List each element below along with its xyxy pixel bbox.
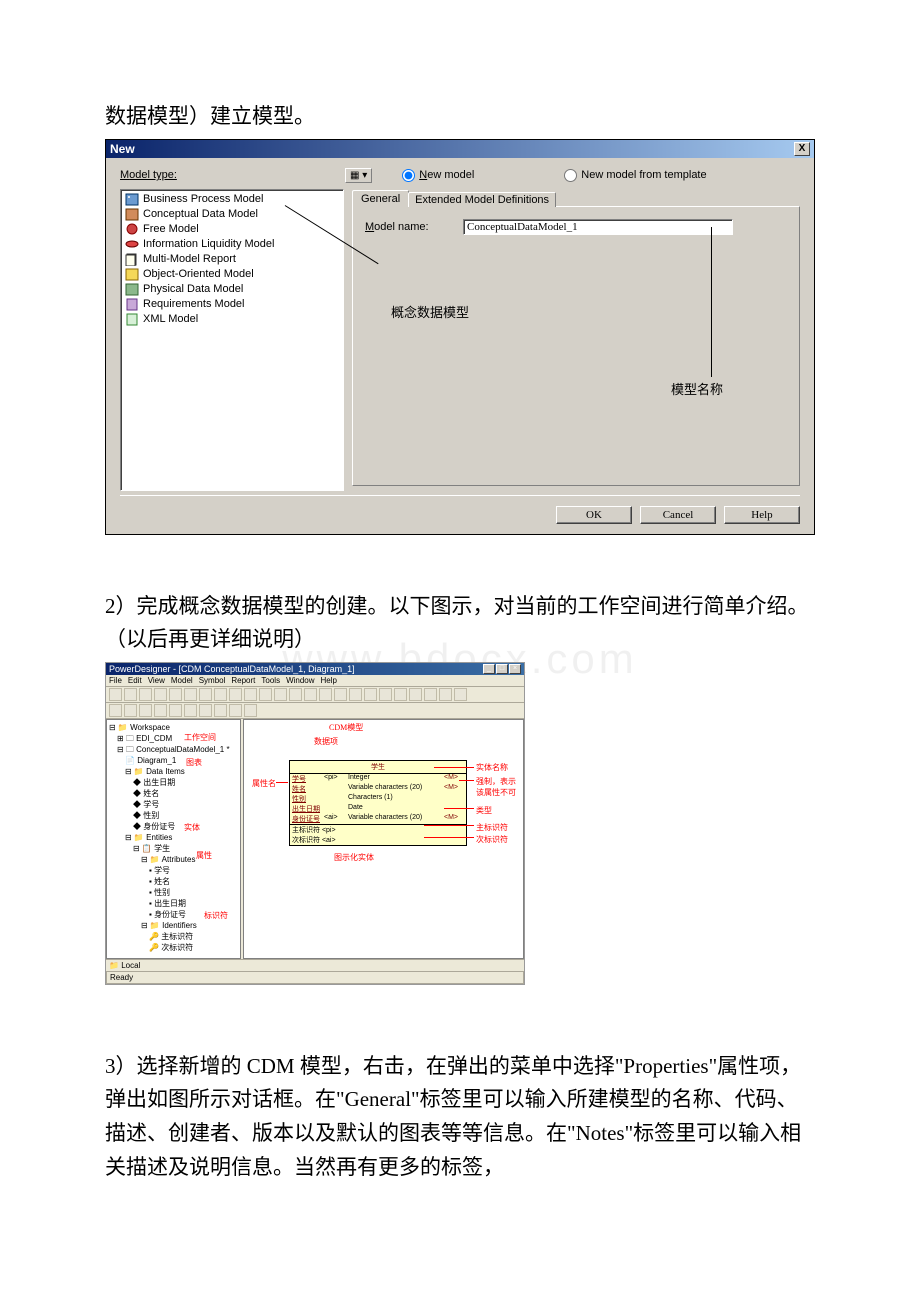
help-button[interactable]: Help bbox=[724, 506, 800, 524]
label-type: 类型 bbox=[476, 805, 492, 816]
list-item[interactable]: Requirements Model bbox=[123, 297, 341, 312]
list-item[interactable]: Business Process Model bbox=[123, 192, 341, 207]
toolbar-1[interactable] bbox=[106, 687, 524, 703]
annotation-modelname: 模型名称 bbox=[671, 379, 723, 398]
label-attr: 属性 bbox=[196, 850, 212, 861]
list-item[interactable]: Physical Data Model bbox=[123, 282, 341, 297]
paragraph: 2）完成概念数据模型的创建。以下图示，对当前的工作空间进行简单介绍。（以后再更详… bbox=[105, 590, 815, 657]
tab-general[interactable]: General bbox=[352, 190, 409, 207]
model-type-list[interactable]: Business Process Model Conceptual Data M… bbox=[120, 189, 344, 491]
view-mode-button[interactable]: ▦ ▾ bbox=[345, 168, 372, 183]
label-attr-name: 属性名 bbox=[252, 778, 276, 789]
entity-box[interactable]: 学生 学号<pi>Integer<M> 姓名Variable character… bbox=[289, 760, 467, 846]
new-model-radio[interactable]: New model bbox=[402, 169, 474, 182]
label-graphic-entity: 图示化实体 bbox=[334, 852, 374, 863]
diagram-canvas[interactable]: CDM模型 数据项 学生 学号<pi>Integer<M> 姓名Variable… bbox=[243, 719, 524, 959]
label-data-item: 数据项 bbox=[314, 736, 338, 747]
label-primary-id: 主标识符 bbox=[476, 822, 508, 833]
annotation-cdm: 概念数据模型 bbox=[391, 302, 469, 321]
toolbar-2[interactable] bbox=[106, 703, 524, 719]
list-item[interactable]: Object-Oriented Model bbox=[123, 267, 341, 282]
object-browser-tree[interactable]: ⊟ 📁 Workspace ⊞ 🗀 EDI_CDM ⊟ 🗀 Conceptual… bbox=[106, 719, 241, 959]
label-mandatory: 强制，表示该属性不可 bbox=[476, 776, 523, 798]
tab-extended[interactable]: Extended Model Definitions bbox=[408, 192, 556, 207]
list-item[interactable]: Free Model bbox=[123, 222, 341, 237]
maximize-button[interactable]: □ bbox=[496, 664, 508, 674]
paragraph: 3）选择新增的 CDM 模型，右击，在弹出的菜单中选择"Properties"属… bbox=[105, 1050, 815, 1184]
label-identifier: 标识符 bbox=[204, 910, 228, 921]
label-secondary-id: 次标识符 bbox=[476, 834, 508, 845]
list-item[interactable]: Multi-Model Report bbox=[123, 252, 341, 267]
label-entity-name: 实体名称 bbox=[476, 762, 508, 773]
status-bar: Ready bbox=[106, 971, 524, 984]
app-title-bar: PowerDesigner - [CDM ConceptualDataModel… bbox=[106, 663, 524, 675]
close-button[interactable]: X bbox=[794, 142, 810, 156]
new-dialog: New X MModel type:odel type: ▦ ▾ New mod… bbox=[105, 139, 815, 535]
label-cdm-model: CDM模型 bbox=[329, 722, 363, 733]
paragraph: 数据模型）建立模型。 bbox=[105, 100, 815, 134]
label-entity: 实体 bbox=[184, 822, 200, 833]
powerdesigner-window: PowerDesigner - [CDM ConceptualDataModel… bbox=[105, 662, 525, 985]
minimize-button[interactable]: _ bbox=[483, 664, 495, 674]
tab-panel: Model name: 概念数据模型 模型名称 bbox=[352, 206, 800, 486]
cancel-button[interactable]: Cancel bbox=[640, 506, 716, 524]
ok-button[interactable]: OK bbox=[556, 506, 632, 524]
model-type-label: MModel type:odel type: bbox=[120, 169, 345, 181]
list-item[interactable]: Information Liquidity Model bbox=[123, 237, 341, 252]
model-name-input[interactable] bbox=[463, 219, 733, 235]
model-name-label: Model name: bbox=[365, 221, 455, 233]
list-item[interactable]: XML Model bbox=[123, 312, 341, 327]
close-button[interactable]: × bbox=[509, 664, 521, 674]
label-diagram: 图表 bbox=[186, 757, 202, 768]
label-workspace: 工作空间 bbox=[184, 732, 216, 743]
local-tab[interactable]: 📁 Local bbox=[106, 959, 524, 971]
title-bar: New X bbox=[106, 140, 814, 158]
menu-bar[interactable]: FileEditViewModelSymbolReportToolsWindow… bbox=[106, 675, 524, 687]
new-from-template-radio[interactable]: New model from template bbox=[564, 169, 706, 182]
dialog-title: New bbox=[110, 142, 135, 156]
